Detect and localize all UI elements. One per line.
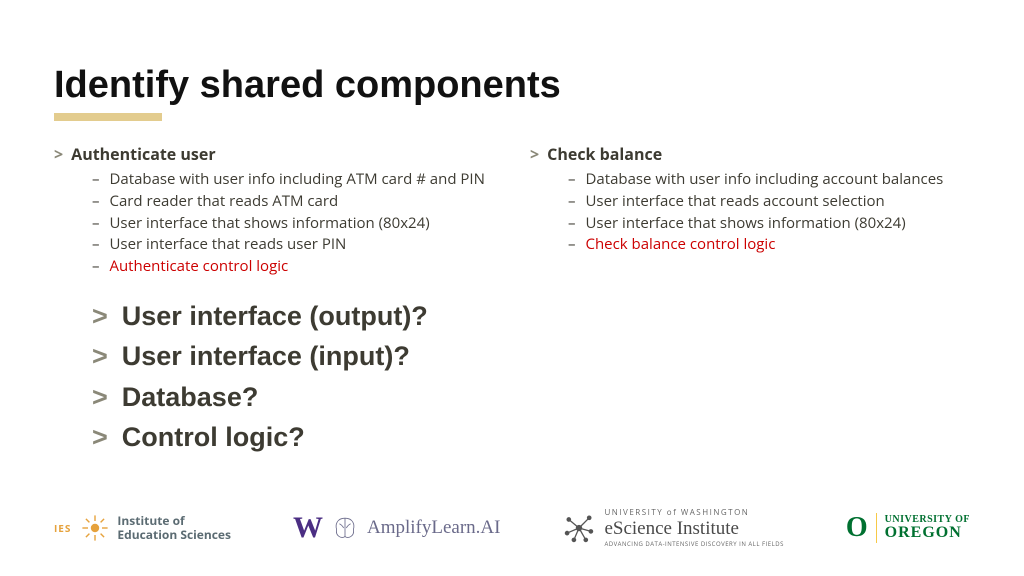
left-heading-row: > Authenticate user: [54, 143, 494, 165]
shared-question: > Control logic?: [92, 417, 970, 458]
right-heading: Check balance: [547, 143, 662, 165]
dash-icon: –: [92, 256, 100, 278]
dash-icon: –: [92, 169, 100, 191]
escience-sub: ADVANCING DATA-INTENSIVE DISCOVERY IN AL…: [604, 540, 783, 548]
list-item: –User interface that shows information (…: [530, 213, 970, 235]
ies-logo: IES Institute of Education Sciences: [54, 514, 231, 542]
escience-logo: UNIVERSITY of WASHINGTON eScience Instit…: [562, 507, 783, 548]
right-items: –Database with user info including accou…: [530, 169, 970, 256]
chevron-icon: >: [92, 417, 108, 458]
list-item: –Check balance control logic: [530, 234, 970, 256]
dash-icon: –: [92, 213, 100, 235]
amplify-text: AmplifyLearn.AI: [367, 517, 500, 539]
page-title: Identify shared components: [54, 64, 970, 107]
left-column: > Authenticate user –Database with user …: [54, 143, 494, 278]
shared-questions: > User interface (output)? > User interface…: [54, 296, 970, 458]
list-item: –Authenticate control logic: [54, 256, 494, 278]
dash-icon: –: [568, 213, 576, 235]
escience-main: eScience Institute: [604, 518, 783, 540]
ies-label: IES: [54, 521, 71, 535]
shared-question-text: User interface (output)?: [122, 296, 428, 337]
list-item: –Database with user info including accou…: [530, 169, 970, 191]
shared-question-text: User interface (input)?: [122, 336, 410, 377]
title-underline: [54, 113, 162, 121]
shared-question: > User interface (output)?: [92, 296, 970, 337]
uo-line2: OREGON: [885, 525, 970, 541]
dash-icon: –: [568, 234, 576, 256]
network-icon: [562, 511, 596, 545]
columns: > Authenticate user –Database with user …: [54, 143, 970, 278]
list-item-text: User interface that shows information (8…: [110, 213, 430, 235]
uw-w-icon: W: [293, 511, 323, 545]
list-item-text: Card reader that reads ATM card: [110, 191, 339, 213]
list-item-text: User interface that reads user PIN: [110, 234, 347, 256]
list-item-text: User interface that shows information (8…: [586, 213, 906, 235]
left-heading: Authenticate user: [71, 143, 215, 165]
escience-text: UNIVERSITY of WASHINGTON eScience Instit…: [604, 507, 783, 548]
list-item-text: Database with user info including accoun…: [586, 169, 944, 191]
list-item: –Database with user info including ATM c…: [54, 169, 494, 191]
list-item: –User interface that reads user PIN: [54, 234, 494, 256]
shared-question-text: Database?: [122, 377, 259, 418]
list-item-text: Authenticate control logic: [110, 256, 289, 278]
dash-icon: –: [568, 169, 576, 191]
right-column: > Check balance –Database with user info…: [530, 143, 970, 278]
chevron-icon: >: [530, 143, 539, 165]
chevron-icon: >: [54, 143, 63, 165]
ies-text: Institute of Education Sciences: [117, 514, 231, 540]
ies-line2: Education Sciences: [117, 528, 231, 541]
uo-o-icon: O: [846, 512, 868, 544]
footer-logos: IES Institute of Education Sciences W Am…: [54, 507, 970, 548]
shared-question: > User interface (input)?: [92, 336, 970, 377]
list-item: –User interface that shows information (…: [54, 213, 494, 235]
chevron-icon: >: [92, 336, 108, 377]
brain-icon: [331, 515, 359, 541]
chevron-icon: >: [92, 377, 108, 418]
right-heading-row: > Check balance: [530, 143, 970, 165]
amplify-logo: W AmplifyLearn.AI: [293, 511, 500, 545]
sun-icon: [81, 514, 109, 542]
uo-divider: [876, 513, 877, 543]
list-item-text: Database with user info including ATM ca…: [110, 169, 485, 191]
escience-top: UNIVERSITY of WASHINGTON: [604, 507, 783, 518]
list-item: –User interface that reads account selec…: [530, 191, 970, 213]
shared-question: > Database?: [92, 377, 970, 418]
dash-icon: –: [568, 191, 576, 213]
list-item: –Card reader that reads ATM card: [54, 191, 494, 213]
dash-icon: –: [92, 234, 100, 256]
shared-question-text: Control logic?: [122, 417, 305, 458]
uo-text: UNIVERSITY OF OREGON: [885, 515, 970, 541]
uo-line1: UNIVERSITY OF: [885, 515, 970, 525]
left-items: –Database with user info including ATM c…: [54, 169, 494, 278]
dash-icon: –: [92, 191, 100, 213]
slide: Identify shared components > Authenticat…: [0, 0, 1024, 458]
uo-logo: O UNIVERSITY OF OREGON: [846, 512, 970, 544]
list-item-text: User interface that reads account select…: [586, 191, 885, 213]
list-item-text: Check balance control logic: [586, 234, 776, 256]
chevron-icon: >: [92, 296, 108, 337]
